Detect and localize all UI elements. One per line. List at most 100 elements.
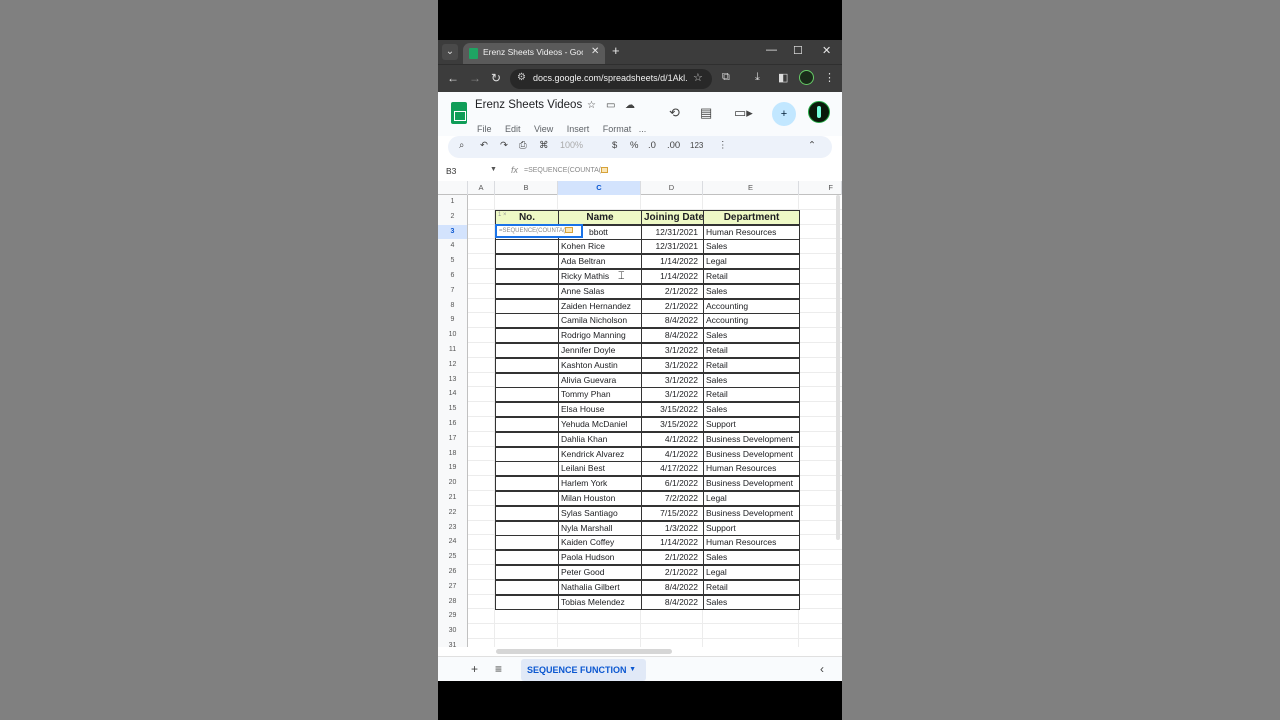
table-cell-date[interactable]: 7/2/2022: [641, 491, 704, 506]
row-header[interactable]: 29: [438, 609, 468, 625]
side-panel-icon[interactable]: ◧: [778, 71, 788, 84]
table-cell-name[interactable]: Alivia Guevara: [558, 372, 642, 388]
table-cell-department[interactable]: Business Development: [703, 431, 800, 447]
cloud-status-icon[interactable]: ☁: [625, 100, 635, 111]
table-cell-name[interactable]: Ada Beltran: [558, 254, 642, 270]
formula-input[interactable]: =SEQUENCE(COUNTA(: [524, 167, 609, 174]
table-cell-no[interactable]: [495, 387, 559, 403]
menu-more[interactable]: ...: [639, 124, 647, 134]
table-cell-date[interactable]: 6/1/2022: [641, 476, 704, 492]
table-cell-name[interactable]: Kohen Rice: [558, 239, 642, 255]
decrease-decimal-button[interactable]: .0: [648, 140, 656, 151]
table-cell-department[interactable]: Legal: [703, 491, 800, 506]
account-avatar[interactable]: [808, 101, 830, 123]
reload-button[interactable]: ↻: [491, 71, 501, 85]
star-icon[interactable]: ☆: [587, 100, 596, 111]
table-cell-no[interactable]: [495, 491, 559, 506]
table-cell-department[interactable]: Retail: [703, 269, 800, 284]
table-cell-department[interactable]: Business Development: [703, 476, 800, 492]
comments-icon[interactable]: ▤: [700, 105, 712, 121]
sheet-tab-dropdown-icon[interactable]: ▼: [629, 659, 636, 681]
name-box[interactable]: B3: [446, 166, 456, 176]
table-cell-no[interactable]: [495, 476, 559, 492]
table-cell-name[interactable]: Paola Hudson: [558, 550, 642, 566]
table-cell-name[interactable]: Milan Houston: [558, 491, 642, 506]
row-header[interactable]: 27: [438, 579, 468, 595]
increase-decimal-button[interactable]: .00: [667, 140, 680, 151]
table-cell-department[interactable]: Support: [703, 520, 800, 536]
table-cell-department[interactable]: Human Resources: [703, 224, 800, 240]
url-omnibox[interactable]: ⚙ docs.google.com/spreadsheets/d/1Akl...…: [510, 69, 712, 89]
column-header-d[interactable]: D: [641, 181, 703, 195]
horizontal-scrollbar[interactable]: [496, 649, 672, 654]
table-cell-department[interactable]: Retail: [703, 343, 800, 358]
row-header[interactable]: 9: [438, 313, 468, 329]
currency-format-button[interactable]: $: [612, 140, 617, 151]
table-cell-department[interactable]: Sales: [703, 402, 800, 418]
undo-icon[interactable]: ↶: [480, 140, 488, 151]
table-cell-date[interactable]: 8/4/2022: [641, 594, 704, 610]
menu-format[interactable]: Format: [603, 124, 632, 134]
table-cell-no[interactable]: [495, 550, 559, 566]
sheets-logo-icon[interactable]: [451, 102, 467, 124]
table-cell-department[interactable]: Legal: [703, 565, 800, 580]
row-header[interactable]: 12: [438, 357, 468, 373]
column-header-f[interactable]: F: [799, 181, 842, 195]
table-cell-no[interactable]: [495, 254, 559, 270]
table-cell-name[interactable]: Dahlia Khan: [558, 431, 642, 447]
menu-file[interactable]: File: [477, 124, 492, 134]
row-header[interactable]: 20: [438, 476, 468, 491]
table-cell-no[interactable]: [495, 579, 559, 595]
table-cell-name[interactable]: Anne Salas: [558, 283, 642, 299]
table-cell-date[interactable]: 3/15/2022: [641, 417, 704, 432]
table-cell-name[interactable]: Elsa House: [558, 402, 642, 418]
table-cell-date[interactable]: 2/1/2022: [641, 283, 704, 299]
table-cell-date[interactable]: 2/1/2022: [641, 565, 704, 580]
bookmark-star-icon[interactable]: ☆: [693, 71, 703, 84]
table-cell-name[interactable]: Kaiden Coffey: [558, 535, 642, 551]
row-header[interactable]: 6: [438, 269, 468, 284]
table-cell-date[interactable]: 12/31/2021: [641, 239, 704, 255]
row-header[interactable]: 1: [438, 195, 468, 210]
menu-insert[interactable]: Insert: [567, 124, 590, 134]
back-button[interactable]: ←: [447, 71, 459, 85]
collapse-sheets-button[interactable]: ‹: [820, 662, 824, 676]
row-header[interactable]: 24: [438, 535, 468, 551]
row-header[interactable]: 8: [438, 298, 468, 314]
row-header[interactable]: 19: [438, 461, 468, 477]
table-cell-no[interactable]: [495, 505, 559, 521]
extensions-icon[interactable]: ⧉: [722, 71, 730, 84]
table-cell-department[interactable]: Sales: [703, 594, 800, 610]
table-cell-department[interactable]: Retail: [703, 357, 800, 373]
table-cell-department[interactable]: Sales: [703, 328, 800, 344]
all-sheets-button[interactable]: ≡: [495, 662, 502, 676]
table-cell-name[interactable]: Jennifer Doyle: [558, 343, 642, 358]
add-sheet-button[interactable]: +: [471, 662, 478, 676]
table-cell-name[interactable]: Zaiden Hernandez: [558, 298, 642, 314]
select-all-corner[interactable]: [438, 181, 468, 195]
table-cell-date[interactable]: 3/1/2022: [641, 372, 704, 388]
row-header[interactable]: 16: [438, 417, 468, 432]
row-header[interactable]: 18: [438, 446, 468, 462]
table-cell-date[interactable]: 8/4/2022: [641, 579, 704, 595]
row-header[interactable]: 21: [438, 491, 468, 506]
table-cell-department[interactable]: Legal: [703, 254, 800, 270]
table-cell-name[interactable]: Camila Nicholson: [558, 313, 642, 329]
menu-edit[interactable]: Edit: [505, 124, 521, 134]
table-cell-date[interactable]: 4/1/2022: [641, 431, 704, 447]
tab-close-icon[interactable]: ✕: [591, 46, 599, 57]
row-header[interactable]: 25: [438, 550, 468, 565]
table-cell-date[interactable]: 3/15/2022: [641, 402, 704, 418]
table-header-cell[interactable]: Name: [558, 209, 642, 225]
table-cell-no[interactable]: [495, 535, 559, 551]
table-cell-department[interactable]: Sales: [703, 372, 800, 388]
table-cell-name[interactable]: Yehuda McDaniel: [558, 417, 642, 432]
table-cell-department[interactable]: Human Resources: [703, 461, 800, 477]
active-cell-editor[interactable]: =SEQUENCE(COUNTA(: [495, 224, 583, 238]
table-cell-no[interactable]: [495, 298, 559, 314]
row-header[interactable]: 22: [438, 505, 468, 521]
table-cell-name[interactable]: Kashton Austin: [558, 357, 642, 373]
browser-menu-icon[interactable]: ⋮: [824, 71, 835, 84]
close-window-button[interactable]: ✕: [822, 44, 831, 57]
more-tools-icon[interactable]: ⋮: [718, 140, 728, 151]
